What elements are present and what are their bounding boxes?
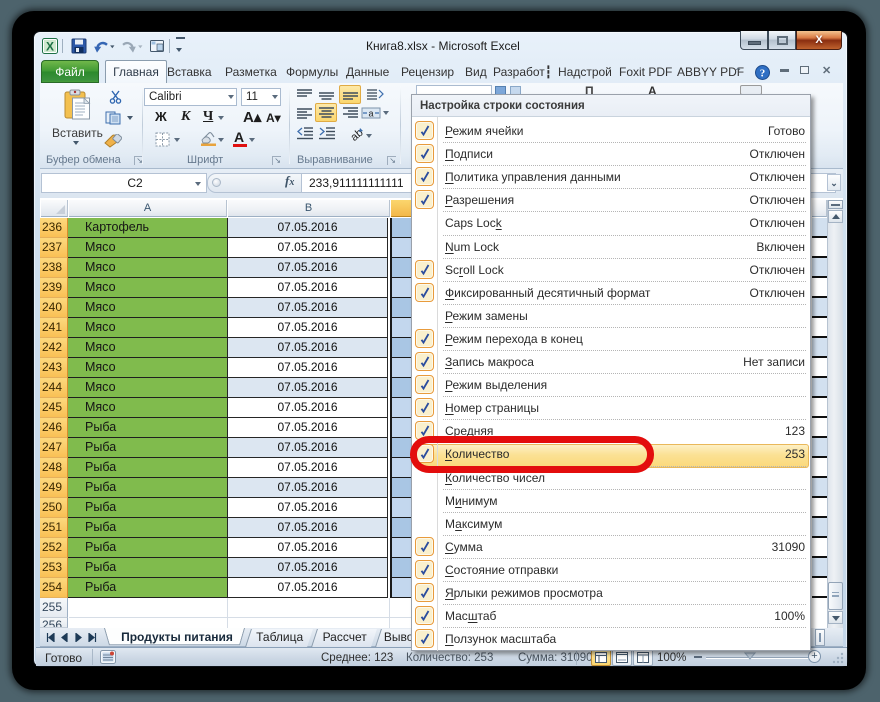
svg-text:X: X: [46, 40, 54, 54]
svg-text:a: a: [368, 109, 373, 119]
svg-text:?: ?: [760, 68, 766, 80]
svg-text:ab: ab: [348, 127, 364, 141]
